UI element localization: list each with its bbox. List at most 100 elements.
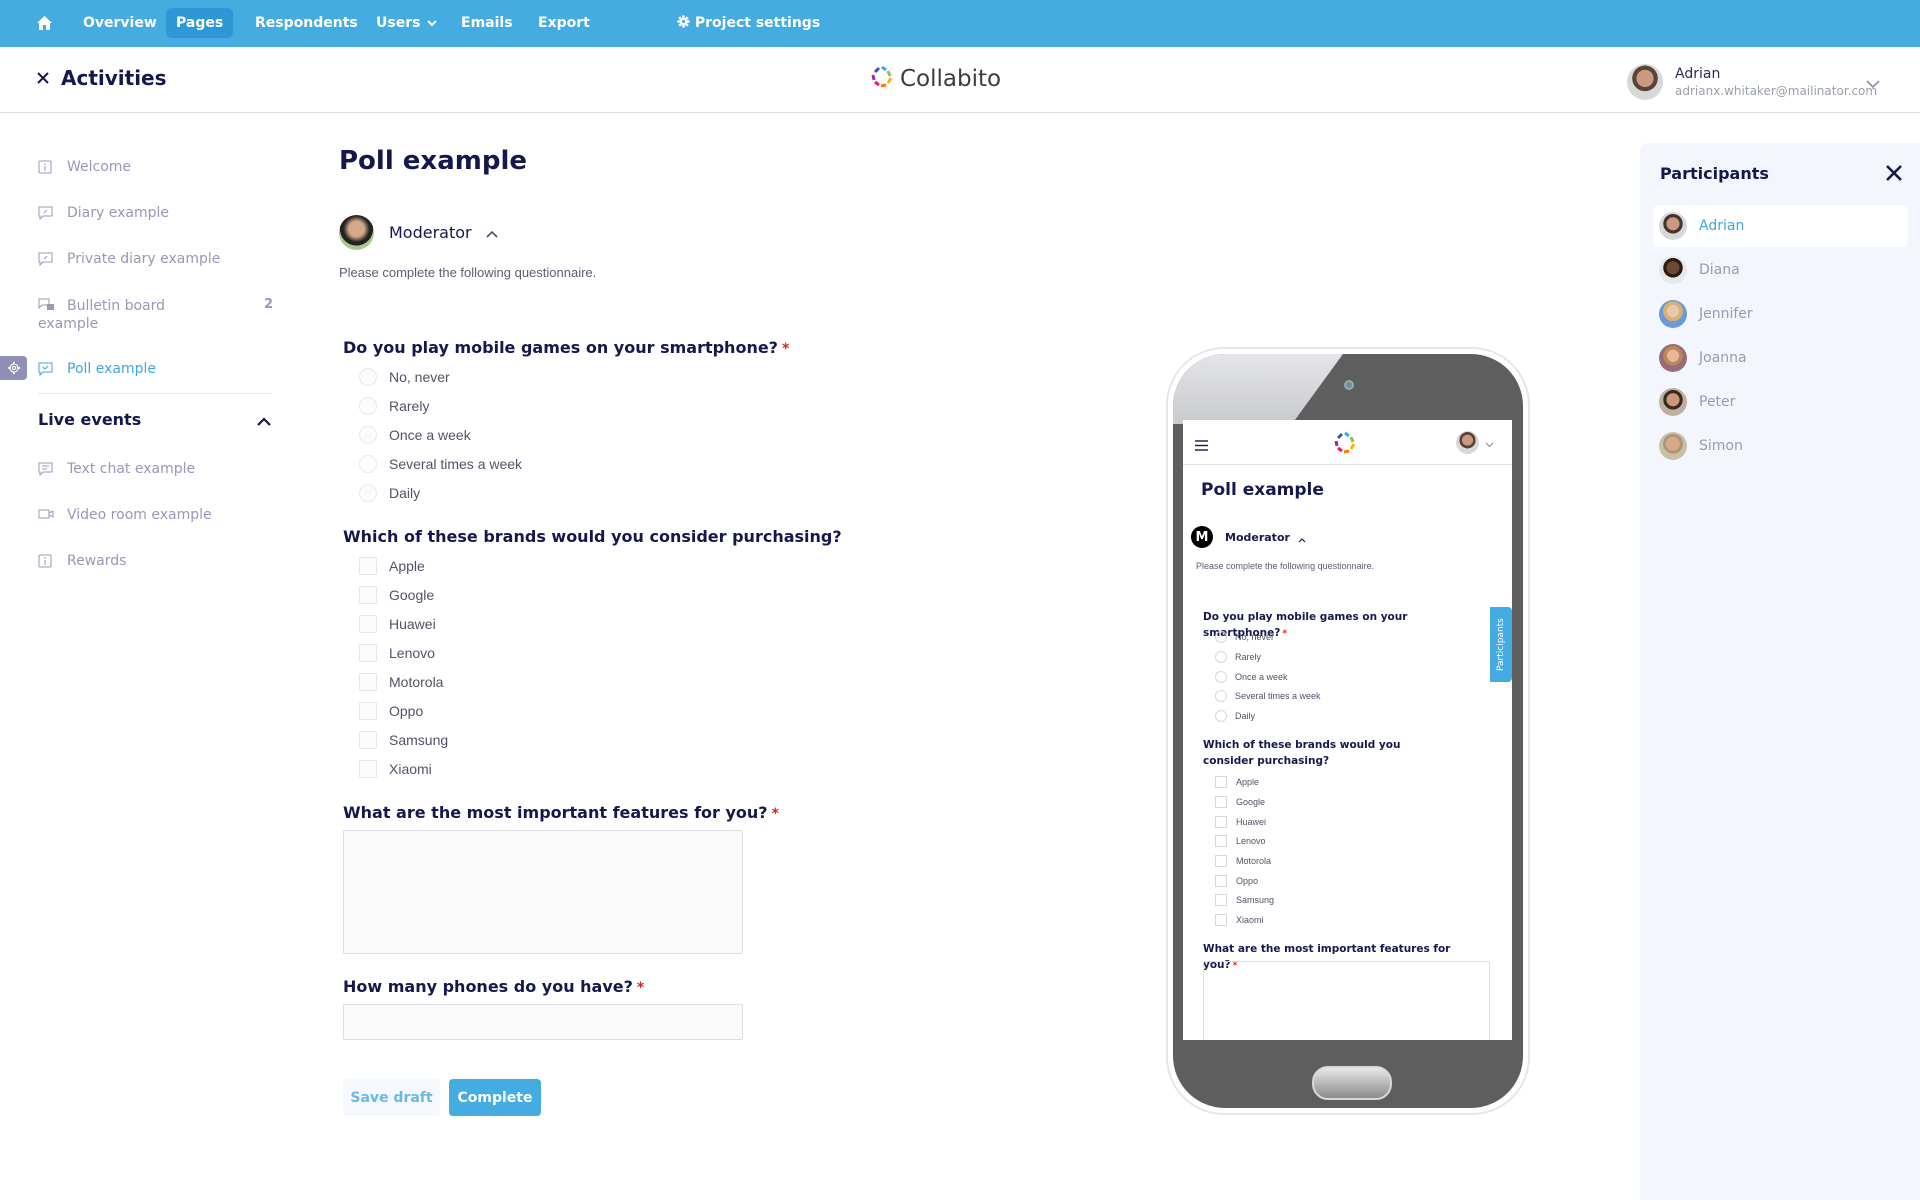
sidebar-item-welcome[interactable]: Welcome [38, 159, 278, 176]
nav-emails[interactable]: Emails [451, 8, 523, 38]
checkbox-option[interactable]: Lenovo [359, 644, 435, 662]
radio-option[interactable]: No, never [359, 368, 450, 386]
participant-item[interactable]: Jennifer [1653, 293, 1908, 335]
sidebar-item-poll[interactable]: Poll example [38, 361, 278, 378]
participant-name: Diana [1699, 262, 1740, 278]
collabito-logo: Collabito [870, 65, 1001, 93]
checkbox-option[interactable]: Samsung [359, 731, 448, 749]
radio-option[interactable]: Daily [359, 484, 420, 502]
nav-overview[interactable]: Overview [73, 8, 167, 38]
complete-button[interactable]: Complete [449, 1079, 541, 1116]
participant-item[interactable]: Adrian [1653, 205, 1908, 247]
required-mark: * [781, 341, 790, 357]
chevron-up-icon [486, 223, 498, 242]
close-icon[interactable] [32, 67, 54, 89]
sidebar-item-label: Diary example [67, 205, 169, 221]
mobile-user-menu[interactable] [1456, 431, 1494, 454]
sidebar-item-video-room[interactable]: Video room example [38, 507, 278, 524]
page-title: Poll example [339, 146, 527, 176]
sidebar-item-private-diary[interactable]: Private diary example [38, 251, 278, 268]
info-icon [38, 554, 54, 570]
page-header: Activities Collabito Adrian adrianx.whit… [0, 47, 1920, 113]
mobile-checkbox-option: Motorola [1215, 855, 1271, 867]
radio-option[interactable]: Several times a week [359, 455, 522, 473]
top-navigation: Overview Pages Respondents Users Emails … [0, 0, 1920, 47]
mobile-checkbox-option: Lenovo [1215, 835, 1266, 847]
mobile-checkbox-option: Apple [1215, 776, 1259, 788]
participant-item[interactable]: Peter [1653, 381, 1908, 423]
chevron-up-icon [1298, 528, 1306, 547]
moderator-label: Moderator [389, 223, 472, 242]
checkbox[interactable] [359, 673, 377, 691]
participant-name: Peter [1699, 394, 1736, 410]
gear-icon [677, 15, 690, 31]
phones-count-input[interactable] [343, 1004, 743, 1040]
checkbox[interactable] [359, 586, 377, 604]
participant-item[interactable]: Joanna [1653, 337, 1908, 379]
radio-button [1215, 651, 1227, 663]
bulletin-badge: 2 [264, 297, 274, 312]
mobile-radio-option: Rarely [1215, 651, 1261, 663]
radio-option[interactable]: Rarely [359, 397, 429, 415]
checkbox-option[interactable]: Huawei [359, 615, 436, 633]
chevron-down-icon[interactable] [1866, 74, 1880, 93]
mobile-intro: Please complete the following questionna… [1196, 561, 1375, 571]
mobile-radio-option: No, never [1215, 631, 1274, 643]
mobile-checkbox-option: Google [1215, 796, 1265, 808]
radio-button[interactable] [359, 455, 377, 473]
settings-gear-icon[interactable] [0, 356, 27, 380]
participant-avatar [1659, 388, 1687, 416]
home-icon[interactable] [34, 13, 54, 33]
radio-button[interactable] [359, 484, 377, 502]
checkbox-option[interactable]: Xiaomi [359, 760, 432, 778]
checkbox-option[interactable]: Apple [359, 557, 425, 575]
checkbox [1215, 855, 1227, 867]
chevron-up-icon[interactable] [256, 412, 272, 431]
sidebar-section-live-events[interactable]: Live events [38, 410, 272, 429]
checkbox-option[interactable]: Motorola [359, 673, 443, 691]
participant-name: Joanna [1699, 350, 1747, 366]
user-menu[interactable]: Adrian adrianx.whitaker@mailinator.com [1627, 64, 1877, 100]
nav-users[interactable]: Users [366, 8, 447, 38]
sidebar-item-text-chat[interactable]: Text chat example [38, 461, 278, 478]
nav-project-settings[interactable]: Project settings [667, 8, 830, 38]
nav-pages[interactable]: Pages [166, 8, 234, 38]
home-button-icon [1312, 1066, 1392, 1100]
mobile-textarea [1203, 961, 1490, 1040]
question-title: What are the most important features for… [343, 803, 779, 822]
moderator-avatar [339, 215, 374, 250]
sidebar-item-diary[interactable]: Diary example [38, 205, 278, 222]
mobile-moderator: M Moderator [1191, 526, 1306, 548]
nav-respondents[interactable]: Respondents [245, 8, 368, 38]
checkbox-option[interactable]: Oppo [359, 702, 423, 720]
participant-name: Jennifer [1699, 306, 1753, 322]
moderator-label: Moderator [1225, 530, 1290, 544]
participant-item[interactable]: Simon [1653, 425, 1908, 467]
checkbox[interactable] [359, 615, 377, 633]
radio-button[interactable] [359, 426, 377, 444]
features-textarea[interactable] [343, 830, 743, 954]
radio-button[interactable] [359, 368, 377, 386]
checkbox[interactable] [359, 731, 377, 749]
intro-text: Please complete the following questionna… [339, 265, 597, 280]
participant-name: Simon [1699, 438, 1743, 454]
question-title: How many phones do you have? * [343, 977, 645, 996]
nav-export[interactable]: Export [528, 8, 600, 38]
participant-item[interactable]: Diana [1653, 249, 1908, 291]
radio-button[interactable] [359, 397, 377, 415]
sidebar-item-label: Rewards [67, 553, 127, 569]
radio-option[interactable]: Once a week [359, 426, 471, 444]
sidebar-item-rewards[interactable]: Rewards [38, 553, 278, 570]
save-draft-button[interactable]: Save draft [343, 1079, 440, 1116]
moderator-toggle[interactable]: Moderator [339, 215, 498, 250]
close-icon[interactable] [1885, 164, 1903, 182]
checkbox-option[interactable]: Google [359, 586, 434, 604]
chevron-down-icon [427, 9, 438, 39]
hamburger-menu-icon[interactable] [1195, 436, 1208, 455]
checkbox[interactable] [359, 760, 377, 778]
mobile-header [1183, 420, 1512, 465]
checkbox[interactable] [359, 644, 377, 662]
checkbox[interactable] [359, 557, 377, 575]
sidebar-item-bulletin-board[interactable]: Bulletin board example [38, 297, 188, 333]
checkbox[interactable] [359, 702, 377, 720]
